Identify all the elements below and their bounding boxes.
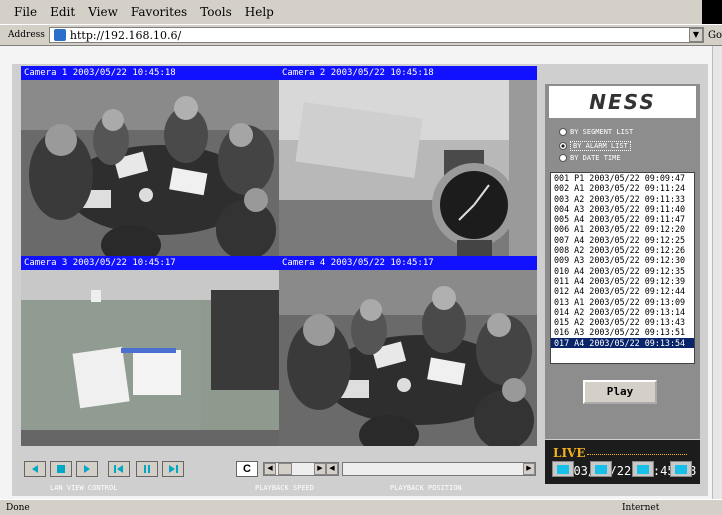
- radio-segment-list[interactable]: BY SEGMENT LIST: [559, 128, 633, 136]
- search-panel: NESS BY SEGMENT LIST BY ALARM LIST BY DA…: [545, 84, 700, 439]
- list-item[interactable]: 008 A2 2003/05/22 09:12:26: [551, 245, 694, 255]
- layout-sixteen-button[interactable]: [670, 461, 692, 477]
- address-input[interactable]: http://192.168.10.6/ ▼: [48, 27, 704, 43]
- status-internet: Internet: [622, 502, 660, 513]
- windows-logo-icon: [702, 0, 722, 24]
- radio-alarm-list[interactable]: BY ALARM LIST: [559, 141, 631, 151]
- menu-help[interactable]: Help: [245, 5, 274, 19]
- menu-favorites[interactable]: Favorites: [131, 5, 187, 19]
- camera-1-view[interactable]: Camera 1 2003/05/22 10:45:18: [21, 66, 279, 256]
- camera-1-title: Camera 1 2003/05/22 10:45:18: [21, 66, 279, 80]
- camera-3-image: [21, 270, 279, 446]
- play-forward-button[interactable]: [76, 461, 98, 477]
- pause-icon: [144, 465, 150, 473]
- menu-tools[interactable]: Tools: [200, 5, 232, 19]
- menu-bar: File Edit View Favorites Tools Help: [0, 0, 722, 24]
- list-item[interactable]: 004 A3 2003/05/22 09:11:40: [551, 204, 694, 214]
- radio-icon[interactable]: [559, 128, 567, 136]
- camera-1-image: [21, 80, 279, 256]
- list-item[interactable]: 003 A2 2003/05/22 09:11:33: [551, 194, 694, 204]
- c-button[interactable]: C: [236, 461, 258, 477]
- camera-3-title: Camera 3 2003/05/22 10:45:17: [21, 256, 279, 270]
- radio-alarm-label: BY ALARM LIST: [570, 141, 631, 151]
- vertical-scrollbar[interactable]: [712, 46, 722, 499]
- play-icon: [84, 465, 90, 473]
- menu-file[interactable]: File: [14, 5, 37, 19]
- menu-view[interactable]: View: [88, 5, 118, 19]
- playback-speed-slider[interactable]: ◀ ▶ ◀: [263, 462, 339, 476]
- list-item[interactable]: 002 A1 2003/05/22 09:11:24: [551, 183, 694, 193]
- list-item[interactable]: 012 A4 2003/05/22 09:12:44: [551, 286, 694, 296]
- radio-segment-label: BY SEGMENT LIST: [570, 128, 634, 136]
- camera-4-title: Camera 4 2003/05/22 10:45:17: [279, 256, 537, 270]
- radio-date-time[interactable]: BY DATE TIME: [559, 154, 621, 162]
- layout-nine-button[interactable]: [632, 461, 654, 477]
- live-label: LIVE: [553, 446, 586, 460]
- layout-quad-icon: [595, 464, 607, 474]
- stop-icon: [57, 465, 65, 473]
- layout-single-icon: [557, 464, 569, 474]
- rewind-icon: [114, 465, 123, 473]
- list-item[interactable]: 016 A3 2003/05/22 09:13:51: [551, 327, 694, 337]
- step-back-icon: [32, 465, 38, 473]
- layout-nine-icon: [637, 464, 649, 474]
- camera-3-view[interactable]: Camera 3 2003/05/22 10:45:17: [21, 256, 279, 446]
- position-right-arrow-icon[interactable]: ▶: [523, 463, 535, 475]
- camera-2-title: Camera 2 2003/05/22 10:45:18: [279, 66, 537, 80]
- status-bar: Done Internet: [0, 499, 722, 515]
- list-item[interactable]: 006 A1 2003/05/22 09:12:20: [551, 224, 694, 234]
- list-item[interactable]: 007 A4 2003/05/22 09:12:25: [551, 235, 694, 245]
- lan-view-control-label: LAN VIEW CONTROL: [50, 484, 118, 492]
- address-bar: Address http://192.168.10.6/ ▼ Go: [0, 24, 722, 46]
- camera-2-view[interactable]: Camera 2 2003/05/22 10:45:18: [279, 66, 537, 256]
- layout-quad-button[interactable]: [590, 461, 612, 477]
- camera-2-image: [279, 80, 537, 256]
- list-item-selected[interactable]: 017 A4 2003/05/22 09:13:54: [551, 337, 694, 349]
- camera-4-image: [279, 270, 537, 446]
- fast-forward-icon: [169, 465, 178, 473]
- rewind-button[interactable]: [108, 461, 130, 477]
- pause-button[interactable]: [136, 461, 158, 477]
- play-button[interactable]: Play: [583, 380, 657, 404]
- live-divider: [587, 454, 687, 455]
- list-item[interactable]: 001 P1 2003/05/22 09:09:47: [551, 173, 694, 183]
- list-item[interactable]: 014 A2 2003/05/22 09:13:14: [551, 307, 694, 317]
- alarm-list[interactable]: 001 P1 2003/05/22 09:09:47 002 A1 2003/0…: [550, 172, 695, 364]
- stop-button[interactable]: [50, 461, 72, 477]
- step-back-button[interactable]: [24, 461, 46, 477]
- speed-slider-thumb[interactable]: [278, 463, 292, 475]
- speed-left-arrow-icon[interactable]: ◀: [264, 463, 276, 475]
- radio-icon[interactable]: [559, 154, 567, 162]
- address-dropdown-icon[interactable]: ▼: [688, 28, 703, 42]
- address-label: Address: [8, 30, 45, 40]
- list-item[interactable]: 015 A2 2003/05/22 09:13:43: [551, 317, 694, 327]
- layout-sixteen-icon: [675, 464, 687, 474]
- radio-selected-icon[interactable]: [559, 142, 567, 150]
- list-item[interactable]: 005 A4 2003/05/22 09:11:47: [551, 214, 694, 224]
- page-content: Camera 1 2003/05/22 10:45:18 Camera 2 20…: [0, 46, 712, 499]
- speed-right-arrow-icon[interactable]: ▶: [314, 463, 326, 475]
- address-url[interactable]: http://192.168.10.6/: [70, 29, 181, 42]
- dvr-panel: Camera 1 2003/05/22 10:45:18 Camera 2 20…: [12, 64, 708, 496]
- layout-single-button[interactable]: [552, 461, 574, 477]
- camera-4-view[interactable]: Camera 4 2003/05/22 10:45:17: [279, 256, 537, 446]
- ness-logo: NESS: [549, 86, 696, 118]
- list-item[interactable]: 011 A4 2003/05/22 09:12:39: [551, 276, 694, 286]
- list-item[interactable]: 009 A3 2003/05/22 09:12:30: [551, 255, 694, 265]
- list-item[interactable]: 013 A1 2003/05/22 09:13:09: [551, 297, 694, 307]
- position-left-arrow-icon[interactable]: ◀: [326, 463, 338, 475]
- list-item[interactable]: 010 A4 2003/05/22 09:12:35: [551, 266, 694, 276]
- menu-edit[interactable]: Edit: [50, 5, 75, 19]
- fast-forward-button[interactable]: [162, 461, 184, 477]
- playback-position-label: PLAYBACK POSITION: [390, 484, 462, 492]
- ie-page-icon: [53, 29, 66, 41]
- status-done: Done: [6, 502, 30, 513]
- radio-date-label: BY DATE TIME: [570, 154, 621, 162]
- go-button[interactable]: Go: [708, 30, 722, 41]
- playback-speed-label: PLAYBACK SPEED: [255, 484, 315, 492]
- playback-position-slider[interactable]: ▶: [342, 462, 536, 476]
